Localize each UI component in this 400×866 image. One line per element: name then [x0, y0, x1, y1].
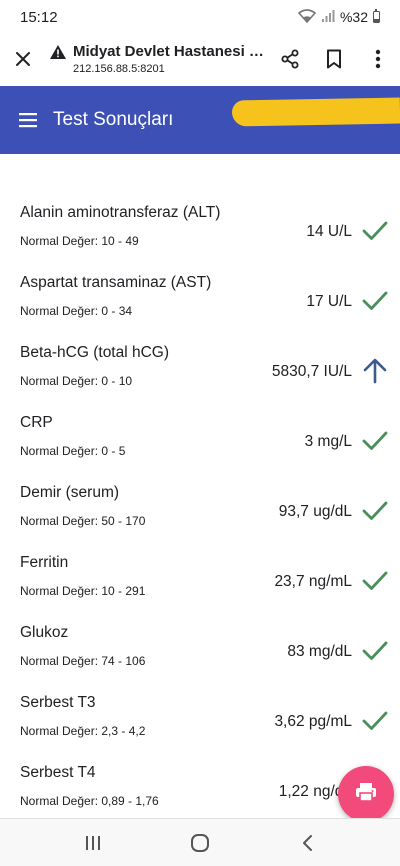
wifi-icon	[297, 8, 317, 26]
result-value: 3 mg/L	[304, 433, 352, 450]
result-value: 14 U/L	[306, 223, 352, 240]
result-value: 3,62 pg/mL	[274, 713, 352, 730]
signal-icon	[321, 9, 335, 26]
page-title: Midyat Devlet Hastanesi : H...	[73, 43, 268, 60]
result-normal-range: Normal Değer: 10 - 291	[20, 584, 146, 598]
result-row[interactable]: Glukoz Normal Değer: 74 - 106 83 mg/dL	[0, 610, 400, 680]
back-icon[interactable]	[277, 823, 337, 863]
close-icon[interactable]	[0, 36, 46, 82]
result-value: 83 mg/dL	[287, 643, 352, 660]
result-value: 23,7 ng/mL	[274, 573, 352, 590]
result-name: Alanin aminotransferaz (ALT)	[20, 204, 221, 221]
result-row[interactable]: Ferritin Normal Değer: 10 - 291 23,7 ng/mL	[0, 540, 400, 610]
status-bar: 15:12 %32	[0, 0, 400, 34]
result-normal-range: Normal Değer: 0 - 10	[20, 374, 133, 388]
result-name: Ferritin	[20, 554, 69, 571]
result-name: Aspartat transaminaz (AST)	[20, 274, 212, 291]
status-indicators: %32	[297, 8, 380, 26]
result-normal-range: Normal Değer: 50 - 170	[20, 514, 146, 528]
home-icon[interactable]	[170, 823, 230, 863]
battery-text: %32	[339, 9, 368, 25]
check-icon	[362, 708, 388, 734]
bookmark-icon[interactable]	[312, 36, 356, 82]
print-button[interactable]	[338, 766, 394, 822]
warning-icon[interactable]	[49, 43, 67, 61]
tab-title-block[interactable]: Midyat Devlet Hastanesi : H... 212.156.8…	[73, 43, 268, 75]
page-url: 212.156.88.5:8201	[73, 63, 165, 75]
result-row[interactable]: Serbest T3 Normal Değer: 2,3 - 4,2 3,62 pg…	[0, 680, 400, 750]
check-icon	[362, 428, 388, 454]
result-normal-range: Normal Değer: 2,3 - 4,2	[20, 724, 146, 738]
result-normal-range: Normal Değer: 0,89 - 1,76	[20, 794, 159, 808]
result-name: Serbest T3	[20, 694, 96, 711]
check-icon	[362, 288, 388, 314]
print-icon	[355, 782, 377, 807]
result-name: Beta-hCG (total hCG)	[20, 344, 170, 361]
result-row[interactable]: CRP Normal Değer: 0 - 5 3 mg/L	[0, 400, 400, 470]
result-value: 93,7 ug/dL	[278, 503, 352, 520]
result-normal-range: Normal Değer: 0 - 5	[20, 444, 126, 458]
result-name: Serbest T4	[20, 764, 96, 781]
result-normal-range: Normal Değer: 74 - 106	[20, 654, 146, 668]
check-icon	[362, 218, 388, 244]
more-vert-icon[interactable]	[356, 36, 400, 82]
menu-icon[interactable]	[0, 92, 56, 148]
result-row[interactable]: Aspartat transaminaz (AST) Normal Değer: …	[0, 260, 400, 330]
check-icon	[362, 638, 388, 664]
redaction-mark	[231, 97, 400, 127]
system-nav-bar	[0, 818, 400, 866]
status-time: 15:12	[20, 8, 58, 26]
check-icon	[362, 568, 388, 594]
result-value: 17 U/L	[306, 293, 352, 310]
custom-tab-bar: Midyat Devlet Hastanesi : H... 212.156.8…	[0, 34, 400, 84]
screen-title: Test Sonuçları	[53, 109, 174, 130]
battery-icon	[373, 9, 380, 23]
result-name: Glukoz	[20, 624, 69, 641]
result-normal-range: Normal Değer: 0 - 34	[20, 304, 133, 318]
result-row[interactable]: Alanin aminotransferaz (ALT) Normal Değer…	[0, 190, 400, 260]
result-row[interactable]: Demir (serum) Normal Değer: 50 - 170 93,7 …	[0, 470, 400, 540]
arrow-up-icon	[362, 358, 388, 384]
result-name: CRP	[20, 414, 53, 431]
result-normal-range: Normal Değer: 10 - 49	[20, 234, 139, 248]
results-list: Alanin aminotransferaz (ALT) Normal Değer…	[0, 190, 400, 820]
share-icon[interactable]	[268, 36, 312, 82]
check-icon	[362, 498, 388, 524]
result-name: Demir (serum)	[20, 484, 120, 501]
result-row[interactable]: Beta-hCG (total hCG) Normal Değer: 0 - 10…	[0, 330, 400, 400]
recent-apps-icon[interactable]	[63, 823, 123, 863]
result-value: 5830,7 IU/L	[271, 363, 352, 380]
